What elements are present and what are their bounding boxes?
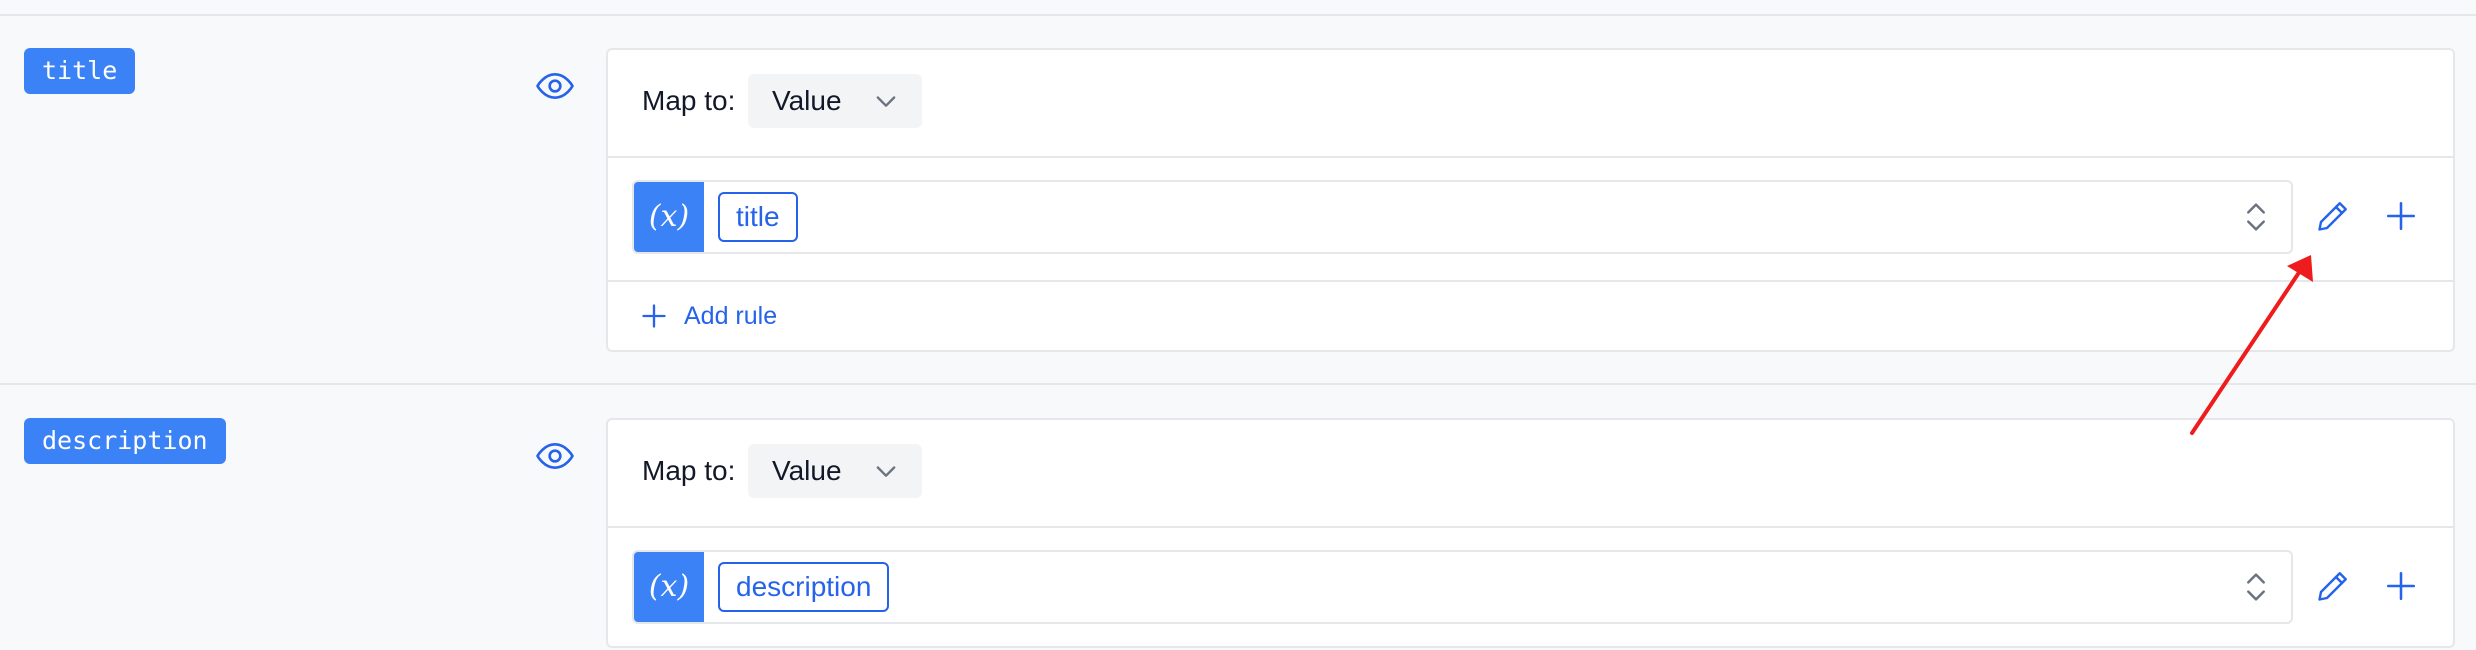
chevron-down-icon: [876, 466, 896, 477]
variable-chip[interactable]: description: [718, 562, 890, 612]
variable-field[interactable]: (x) description: [632, 550, 2293, 624]
eye-icon[interactable]: [535, 66, 575, 106]
variable-icon: (x): [634, 182, 704, 252]
card-footer: Add rule: [608, 280, 2453, 352]
add-rule-label: Add rule: [684, 302, 778, 330]
section-divider: [0, 383, 2476, 385]
map-to-select[interactable]: Value: [748, 74, 922, 128]
section-divider: [0, 14, 2476, 16]
map-to-label: Map to:: [642, 85, 736, 116]
plus-icon[interactable]: [2384, 199, 2418, 233]
pencil-icon[interactable]: [2315, 568, 2351, 604]
field-name-badge: description: [24, 418, 226, 464]
plus-icon: [642, 304, 666, 328]
plus-icon[interactable]: [2384, 569, 2418, 603]
rule-row: (x) description: [608, 526, 2453, 650]
variable-field[interactable]: (x) title: [632, 180, 2293, 254]
card-header: Map to: Value: [608, 420, 2453, 528]
field-name-badge: title: [24, 48, 136, 94]
rule-row: (x) title: [608, 156, 2453, 280]
map-to-value: Value: [772, 85, 842, 116]
variable-chip[interactable]: title: [718, 192, 798, 242]
card-header: Map to: Value: [608, 50, 2453, 158]
up-down-icon[interactable]: [2245, 570, 2267, 604]
mapping-card: Map to: Value (x) title Add rule: [606, 48, 2455, 352]
pencil-icon[interactable]: [2315, 198, 2351, 234]
map-to-label: Map to:: [642, 455, 736, 486]
up-down-icon[interactable]: [2245, 200, 2267, 234]
eye-icon[interactable]: [535, 436, 575, 476]
variable-icon: (x): [634, 552, 704, 622]
map-to-value: Value: [772, 455, 842, 486]
chevron-down-icon: [876, 96, 896, 107]
map-to-select[interactable]: Value: [748, 444, 922, 498]
